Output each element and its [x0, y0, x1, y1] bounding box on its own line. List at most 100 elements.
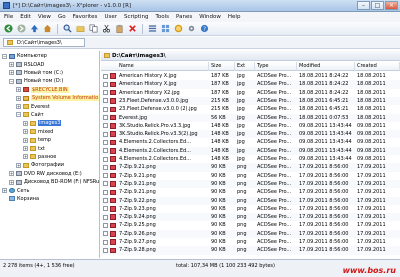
- minimize-button[interactable]: –: [357, 1, 370, 10]
- close-button[interactable]: ×: [385, 1, 398, 10]
- menu-favorites[interactable]: Favorites: [73, 14, 98, 20]
- tree-expander-icon[interactable]: +: [9, 179, 14, 185]
- tree-expander-icon[interactable]: −: [2, 53, 7, 59]
- row-checkbox[interactable]: [103, 98, 108, 104]
- help-button[interactable]: ?: [199, 23, 210, 34]
- row-checkbox[interactable]: [103, 73, 108, 79]
- tree-item[interactable]: + $RECYCLE.BIN: [16, 86, 69, 94]
- file-row[interactable]: American History X2.jpg 187 KB jpg ACDSee P…: [101, 89, 400, 97]
- file-row[interactable]: 23.Fleet.Defense.v3.0.0 (2).jpg 215 KB jpg…: [101, 105, 400, 113]
- file-row[interactable]: 7-Zip.9.22.png 90 KB png ACDSee Pro... 17.09…: [101, 196, 400, 205]
- tree-item[interactable]: − Новый том (D:): [9, 77, 63, 85]
- up-button[interactable]: [29, 23, 40, 34]
- maximize-button[interactable]: □: [371, 1, 384, 10]
- tree-item[interactable]: + Фотографии: [16, 161, 64, 169]
- tree-item[interactable]: + images3: [23, 119, 62, 127]
- tree-expander-icon[interactable]: +: [9, 171, 14, 177]
- settings-button[interactable]: [186, 23, 197, 34]
- delete-button[interactable]: [127, 23, 138, 34]
- file-row[interactable]: 4.Elements.2.Collectors.Ed... 148 KB jpg AC…: [101, 146, 400, 155]
- tree-item[interactable]: + Everest: [16, 102, 50, 110]
- file-row[interactable]: 7-Zip.9.21.png 90 KB png ACDSee Pro... 17.09…: [101, 172, 400, 180]
- row-checkbox[interactable]: [103, 90, 108, 96]
- tree-item[interactable]: − Сайт: [16, 111, 44, 119]
- tree-expander-icon[interactable]: −: [9, 78, 14, 84]
- row-checkbox[interactable]: [103, 189, 108, 195]
- column-header-modified[interactable]: Modified: [297, 62, 355, 71]
- column-header-size[interactable]: Size: [209, 62, 235, 71]
- view-mode-button[interactable]: [147, 23, 158, 34]
- file-row[interactable]: 7-Zip.9.21.png 90 KB png ACDSee Pro... 17.09…: [101, 179, 400, 189]
- menu-window[interactable]: Window: [199, 14, 221, 20]
- sync-button[interactable]: [173, 23, 184, 34]
- menu-scripting[interactable]: Scripting: [124, 14, 148, 20]
- tree-item[interactable]: + Дисковод BD-ROM (F:) NFSRu: [9, 178, 99, 186]
- tree-expander-icon[interactable]: +: [23, 146, 28, 152]
- tree-item[interactable]: + Сеть: [2, 186, 29, 194]
- new-folder-button[interactable]: [75, 23, 86, 34]
- forward-button[interactable]: [16, 23, 27, 34]
- tree-expander-icon[interactable]: +: [16, 104, 21, 110]
- row-checkbox[interactable]: [103, 214, 108, 220]
- row-checkbox[interactable]: [103, 222, 108, 228]
- row-checkbox[interactable]: [103, 139, 108, 145]
- row-checkbox[interactable]: [103, 198, 108, 204]
- tree-item[interactable]: + DVD RW дисковод (E:): [9, 170, 82, 178]
- file-row[interactable]: American History X.jpg 187 KB jpg ACDSee Pr…: [101, 72, 400, 80]
- file-row[interactable]: 7-Zip.9.26.png 90 KB png ACDSee Pro... 17.09…: [101, 229, 400, 238]
- row-checkbox[interactable]: [103, 173, 108, 179]
- tree-expander-icon[interactable]: +: [16, 87, 21, 93]
- file-row[interactable]: 4.Elements.2.Collectors.Ed... 148 KB jpg AC…: [101, 155, 400, 163]
- back-button[interactable]: [3, 23, 14, 34]
- row-checkbox[interactable]: [103, 123, 108, 129]
- tree-expander-icon[interactable]: +: [23, 137, 28, 143]
- tree-expander-icon[interactable]: −: [16, 112, 21, 118]
- file-row[interactable]: American History X.jpg 187 KB jpg ACDSee Pr…: [101, 80, 400, 89]
- row-checkbox[interactable]: [103, 164, 108, 170]
- tree-item[interactable]: + txt: [23, 144, 45, 152]
- tree-expander-icon[interactable]: +: [23, 154, 28, 160]
- cut-button[interactable]: [101, 23, 112, 34]
- tree-expander-icon[interactable]: +: [16, 162, 21, 168]
- file-row[interactable]: 7-Zip.9.21.png 90 KB png ACDSee Pro... 17.09…: [101, 163, 400, 172]
- tree-expander-icon[interactable]: +: [23, 120, 28, 126]
- file-row[interactable]: 3K.Studio.Relick.Pro.v3.3(2).jpg 148 KB jp…: [101, 130, 400, 139]
- tree-item[interactable]: + разное: [23, 153, 56, 161]
- column-header-name[interactable]: Name: [101, 62, 209, 71]
- row-checkbox[interactable]: [103, 239, 108, 245]
- file-row[interactable]: 7-Zip.9.25.png 90 KB png ACDSee Pro... 17.09…: [101, 221, 400, 229]
- home-button[interactable]: [42, 23, 53, 34]
- tree-item[interactable]: + System Volume Informatio: [16, 94, 99, 102]
- row-checkbox[interactable]: [103, 156, 108, 162]
- file-row[interactable]: 7-Zip.9.23.png 90 KB png ACDSee Pro... 17.09…: [101, 205, 400, 213]
- tree-item[interactable]: + mixed: [23, 128, 53, 136]
- row-checkbox[interactable]: [103, 148, 108, 154]
- row-checkbox[interactable]: [103, 81, 108, 87]
- address-input[interactable]: D:\Сайт\images3\: [3, 38, 85, 47]
- file-row[interactable]: 7-Zip.9.21.png 90 KB png ACDSee Pro... 17.09…: [101, 188, 400, 196]
- menu-user[interactable]: User: [104, 14, 117, 20]
- file-row[interactable]: 7-Zip.9.28.png 90 KB png ACDSee Pro... 17.09…: [101, 246, 400, 255]
- tree-expander-icon[interactable]: +: [9, 62, 14, 68]
- file-row[interactable]: 7-Zip.9.24.png 90 KB png ACDSee Pro... 17.09…: [101, 213, 400, 222]
- thumbnails-button[interactable]: [160, 23, 171, 34]
- file-row[interactable]: 23.Fleet.Defense.v3.0.0.jpg 215 KB jpg ACDS…: [101, 96, 400, 106]
- row-checkbox[interactable]: [103, 206, 108, 212]
- tree-item[interactable]: + RSLOAD: [9, 60, 44, 68]
- file-row[interactable]: 3K.Studio.Relick.Pro.v3.3.jpg 148 KB jpg AC…: [101, 122, 400, 130]
- search-button[interactable]: [62, 23, 73, 34]
- row-checkbox[interactable]: [103, 231, 108, 237]
- row-checkbox[interactable]: [103, 106, 108, 112]
- menu-help[interactable]: Help: [228, 14, 241, 20]
- menu-tools[interactable]: Tools: [155, 14, 169, 20]
- paste-button[interactable]: [114, 23, 125, 34]
- menu-go[interactable]: Go: [58, 14, 66, 20]
- tree-expander-icon[interactable]: +: [23, 129, 28, 135]
- menu-file[interactable]: File: [4, 14, 13, 20]
- row-checkbox[interactable]: [103, 181, 108, 187]
- tree-item[interactable]: + Новый том (C:): [9, 69, 63, 77]
- menu-panes[interactable]: Panes: [176, 14, 192, 20]
- tree-expander-icon[interactable]: +: [16, 95, 21, 101]
- menu-edit[interactable]: Edit: [20, 14, 31, 20]
- row-checkbox[interactable]: [103, 131, 108, 137]
